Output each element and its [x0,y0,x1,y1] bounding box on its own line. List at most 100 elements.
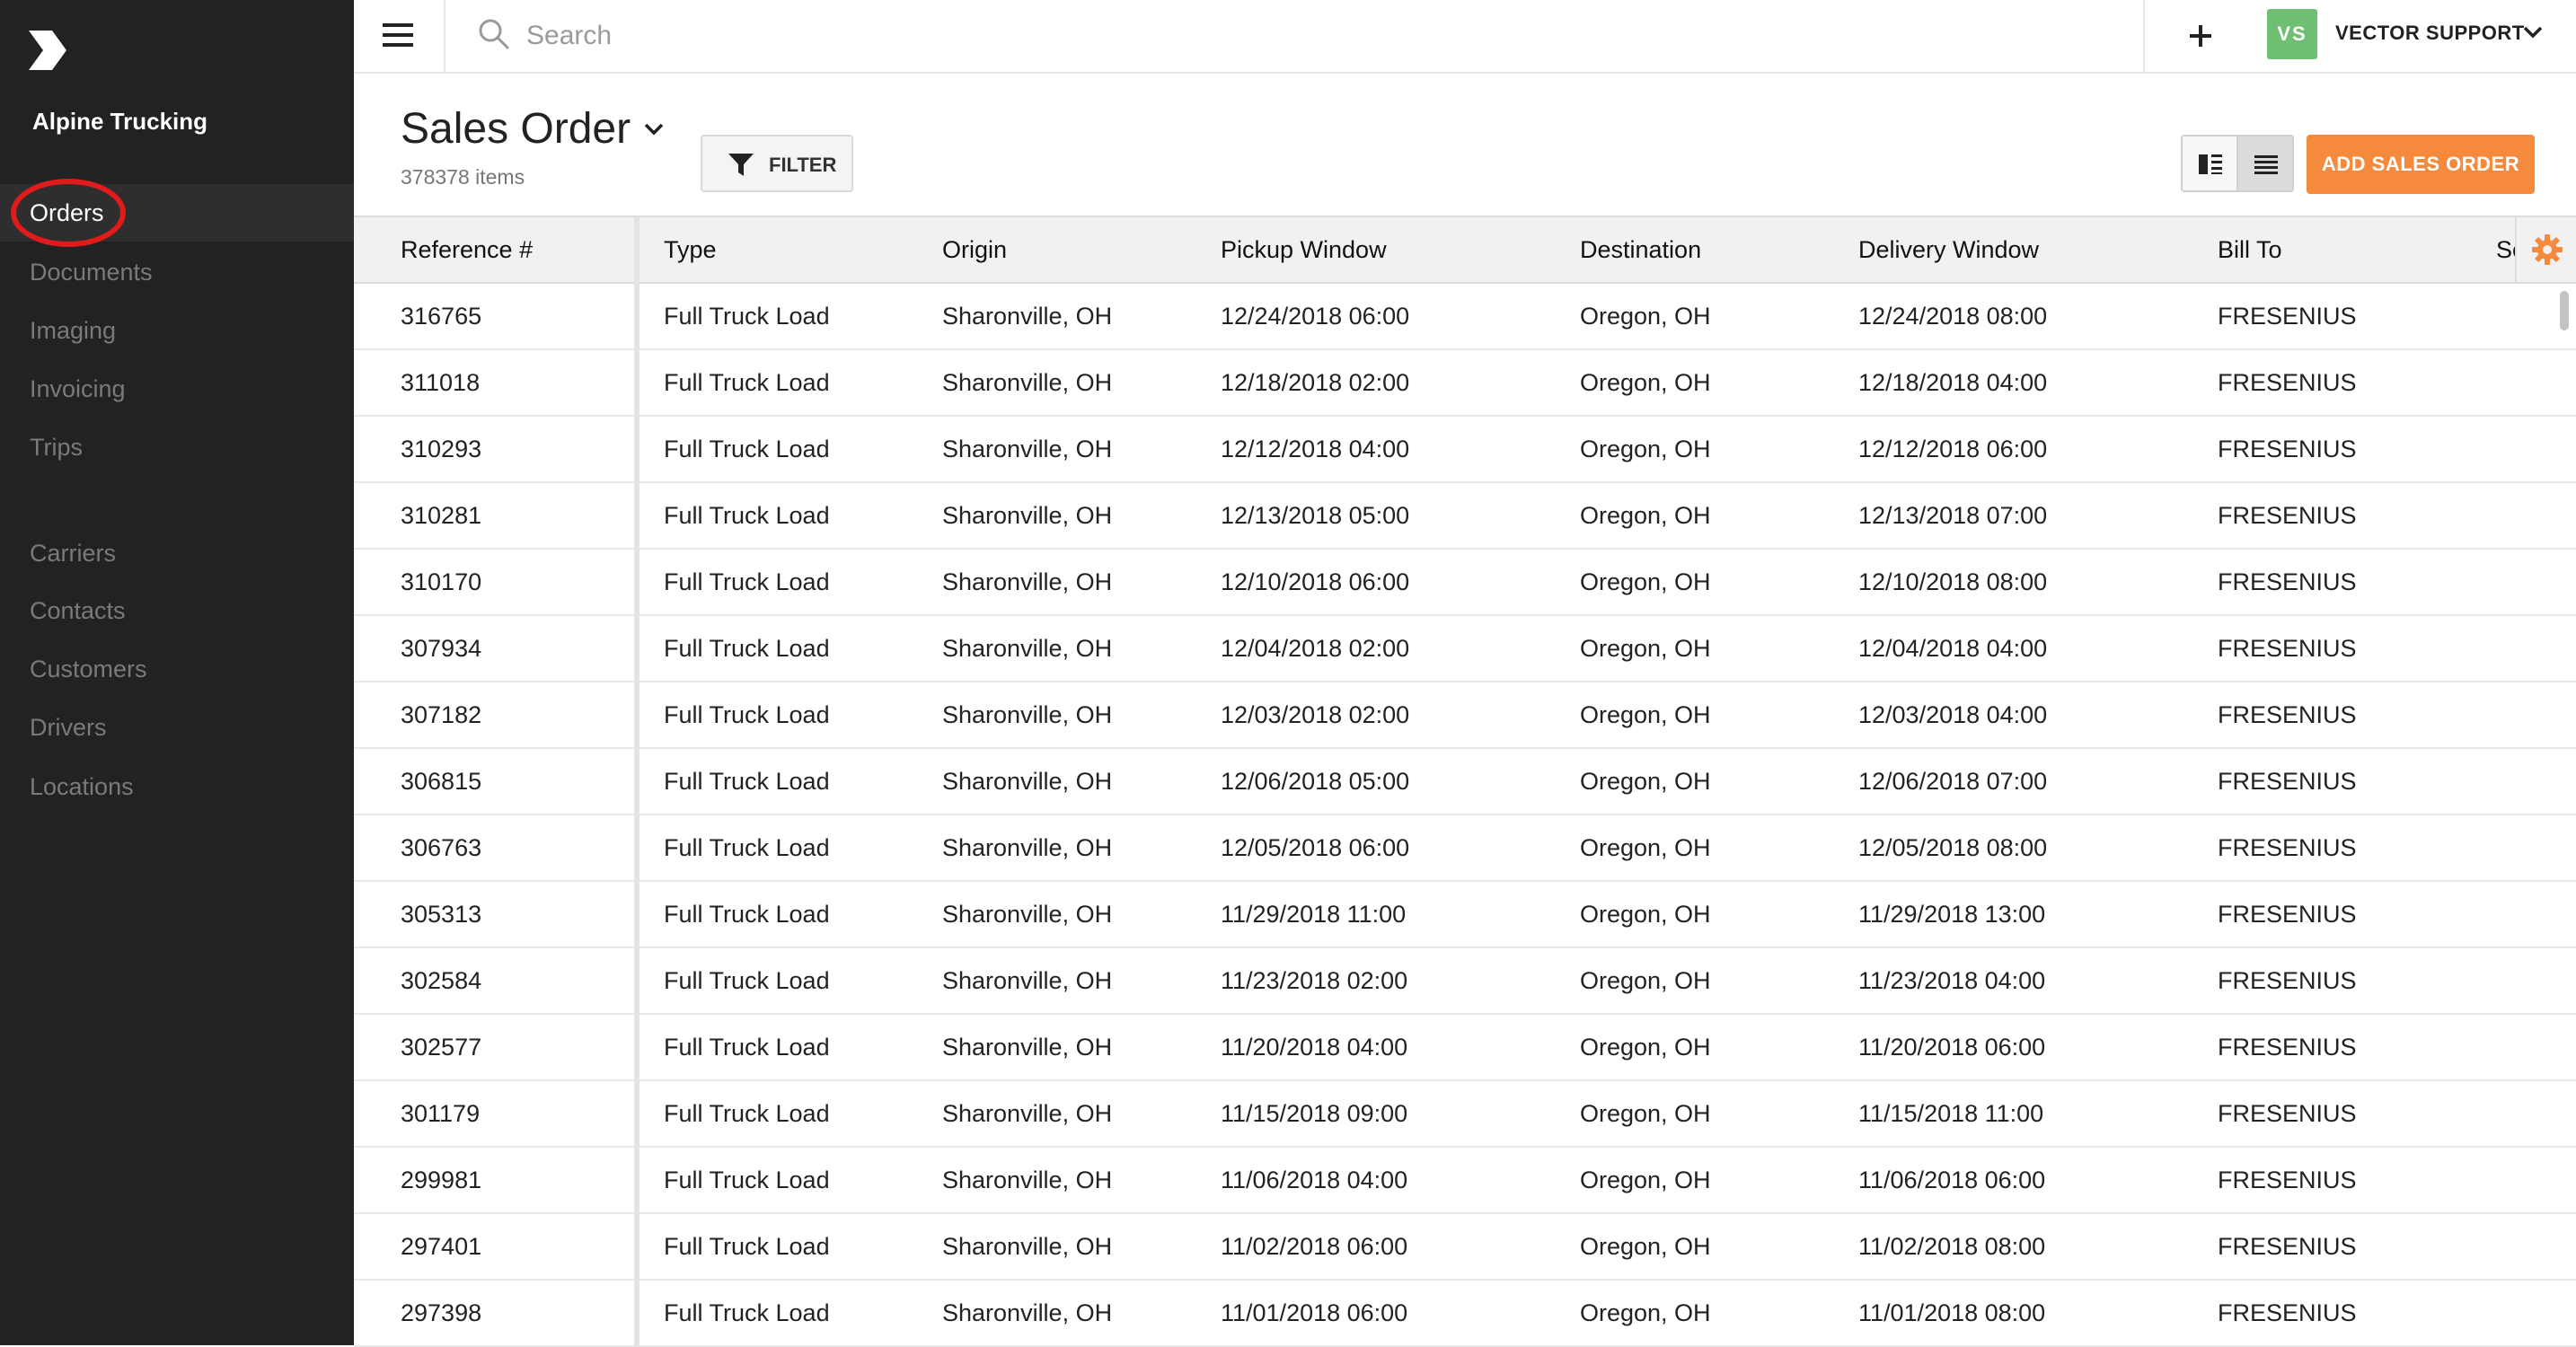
cell-destination: Oregon, OH [1580,967,1711,994]
cell-bill-to: FRESENIUS [2218,568,2357,595]
sidebar-item-contacts[interactable]: Contacts [0,582,354,639]
sidebar-item-label: Carriers [30,540,117,567]
cell-delivery-window: 12/18/2018 04:00 [1858,369,2048,396]
logo-icon[interactable] [25,29,68,72]
cell-type: Full Truck Load [664,1100,830,1127]
cell-bill-to: FRESENIUS [2218,1100,2357,1127]
cell-origin: Sharonville, OH [942,369,1113,396]
table-row[interactable]: 311018 Full Truck Load Sharonville, OH 12/1… [354,350,2576,417]
cell-reference: 301179 [401,1100,481,1127]
list-view-icon [2254,155,2278,174]
cell-origin: Sharonville, OH [942,502,1113,529]
cell-origin: Sharonville, OH [942,1034,1113,1061]
cell-reference: 302584 [401,967,482,994]
column-header-origin[interactable]: Origin [942,217,1007,282]
cell-reference: 306763 [401,834,482,861]
cell-bill-to: FRESENIUS [2218,967,2357,994]
avatar[interactable]: VS [2267,9,2317,59]
cell-pickup-window: 11/06/2018 04:00 [1221,1167,1408,1193]
cell-origin: Sharonville, OH [942,768,1113,795]
column-header-delivery-window[interactable]: Delivery Window [1858,217,2039,282]
filter-button[interactable]: FILTER [701,135,853,192]
user-menu[interactable]: VECTOR SUPPORT [2335,22,2525,45]
table-row[interactable]: 310281 Full Truck Load Sharonville, OH 12/1… [354,483,2576,550]
table-row[interactable]: 316765 Full Truck Load Sharonville, OH 12/2… [354,284,2576,350]
sidebar-item-label: Imaging [30,317,117,344]
column-header-truncated[interactable]: Se [2496,217,2515,282]
sidebar-item-orders[interactable]: Orders [0,184,354,242]
cell-type: Full Truck Load [664,303,830,330]
table-row[interactable]: 302584 Full Truck Load Sharonville, OH 11/2… [354,948,2576,1015]
cell-reference: 306815 [401,768,482,795]
column-header-bill-to[interactable]: Bill To [2218,217,2282,282]
cell-destination: Oregon, OH [1580,568,1711,595]
scrollbar-thumb[interactable] [2560,291,2569,330]
sidebar-item-label: Invoicing [30,375,126,402]
cell-pickup-window: 11/20/2018 04:00 [1221,1034,1408,1061]
cell-type: Full Truck Load [664,701,830,728]
table-row[interactable]: 301179 Full Truck Load Sharonville, OH 11/1… [354,1081,2576,1148]
cell-pickup-window: 11/23/2018 02:00 [1221,967,1408,994]
split-view-icon [2199,154,2222,174]
column-header-type[interactable]: Type [664,217,717,282]
cell-pickup-window: 11/02/2018 06:00 [1221,1233,1408,1260]
table-header: Reference # Type Origin Pickup Window De… [354,217,2576,284]
cell-reference: 305313 [401,901,482,928]
list-view-button[interactable] [2236,135,2294,192]
search-input[interactable] [525,13,1875,59]
table-body: 316765 Full Truck Load Sharonville, OH 12/2… [354,284,2576,1347]
table-row[interactable]: 306815 Full Truck Load Sharonville, OH 12/0… [354,749,2576,815]
table-row[interactable]: 302577 Full Truck Load Sharonville, OH 11/2… [354,1015,2576,1081]
cell-origin: Sharonville, OH [942,1100,1113,1127]
cell-bill-to: FRESENIUS [2218,1167,2357,1193]
cell-delivery-window: 12/13/2018 07:00 [1858,502,2048,529]
sidebar-item-customers[interactable]: Customers [0,640,354,698]
table-row[interactable]: 297401 Full Truck Load Sharonville, OH 11/0… [354,1214,2576,1281]
sidebar-item-carriers[interactable]: Carriers [0,524,354,582]
sidebar-item-invoicing[interactable]: Invoicing [0,360,354,418]
column-header-pickup-window[interactable]: Pickup Window [1221,217,1387,282]
sidebar-item-imaging[interactable]: Imaging [0,302,354,359]
table-row[interactable]: 307182 Full Truck Load Sharonville, OH 12/0… [354,682,2576,749]
cell-pickup-window: 12/04/2018 02:00 [1221,635,1410,662]
cell-origin: Sharonville, OH [942,568,1113,595]
cell-reference: 307182 [401,701,482,728]
cell-origin: Sharonville, OH [942,967,1113,994]
cell-reference: 297401 [401,1233,482,1260]
table-row[interactable]: 307934 Full Truck Load Sharonville, OH 12/0… [354,616,2576,682]
table-row[interactable]: 306763 Full Truck Load Sharonville, OH 12/0… [354,815,2576,882]
view-toggle [2181,135,2296,192]
column-header-destination[interactable]: Destination [1580,217,1701,282]
cell-delivery-window: 11/29/2018 13:00 [1858,901,2046,928]
column-header-reference[interactable]: Reference # [401,217,533,282]
chevron-down-icon [644,123,664,136]
cell-type: Full Truck Load [664,1233,830,1260]
cell-reference: 307934 [401,635,482,662]
cell-type: Full Truck Load [664,502,830,529]
cell-bill-to: FRESENIUS [2218,768,2357,795]
cell-delivery-window: 12/03/2018 04:00 [1858,701,2048,728]
page-title-dropdown[interactable]: Sales Order [401,104,664,154]
split-view-button[interactable] [2181,135,2238,192]
sidebar-item-trips[interactable]: Trips [0,418,354,476]
column-settings-button[interactable] [2515,217,2576,282]
sidebar-item-locations[interactable]: Locations [0,758,354,815]
table-row[interactable]: 297398 Full Truck Load Sharonville, OH 11/0… [354,1281,2576,1347]
sidebar-item-drivers[interactable]: Drivers [0,699,354,756]
table-row[interactable]: 310293 Full Truck Load Sharonville, OH 12/1… [354,417,2576,483]
sidebar-item-label: Contacts [30,597,126,624]
cell-origin: Sharonville, OH [942,1299,1113,1326]
sidebar-item-documents[interactable]: Documents [0,243,354,301]
item-count: 378378 items [401,165,525,189]
cell-reference: 302577 [401,1034,482,1061]
add-sales-order-button[interactable]: ADD SALES ORDER [2307,135,2535,194]
cell-pickup-window: 11/01/2018 06:00 [1221,1299,1408,1326]
chevron-down-icon[interactable] [2522,25,2544,40]
table-row[interactable]: 299981 Full Truck Load Sharonville, OH 11/0… [354,1148,2576,1214]
menu-button[interactable] [354,0,446,72]
cell-origin: Sharonville, OH [942,1167,1113,1193]
table-row[interactable]: 305313 Full Truck Load Sharonville, OH 11/2… [354,882,2576,948]
table-row[interactable]: 310170 Full Truck Load Sharonville, OH 12/1… [354,550,2576,616]
plus-icon[interactable] [2181,16,2220,56]
frozen-column-divider[interactable] [634,217,640,1347]
